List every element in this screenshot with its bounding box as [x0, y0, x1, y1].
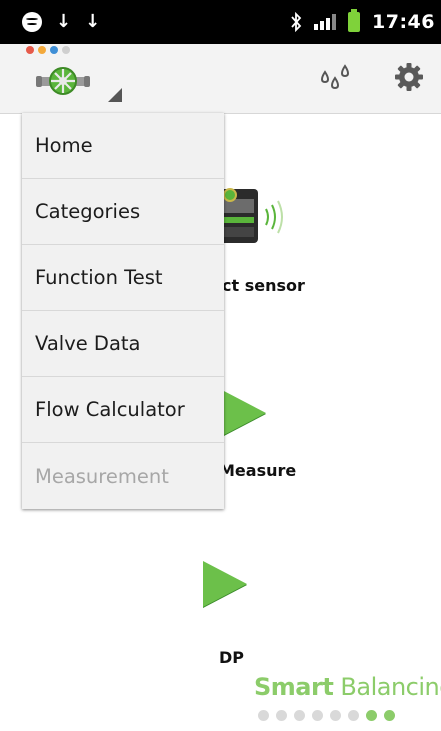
- download-icon: ↓: [56, 11, 72, 32]
- water-drops-icon[interactable]: [318, 64, 352, 92]
- content-item-label[interactable]: Measure: [219, 461, 296, 480]
- menu-item-categories[interactable]: Categories: [22, 179, 224, 245]
- page-indicator: [258, 710, 395, 721]
- page-dot: [312, 710, 323, 721]
- brand-wordmark: Smart Balancing: [254, 673, 441, 701]
- content-item-label[interactable]: ct sensor: [222, 276, 305, 295]
- status-bar-notifications: ↓ ↓: [22, 0, 100, 44]
- menu-item-home[interactable]: Home: [22, 113, 224, 179]
- sensor-device-icon[interactable]: [212, 187, 292, 245]
- play-icon[interactable]: [203, 561, 247, 607]
- menu-item-function-test[interactable]: Function Test: [22, 245, 224, 311]
- page-dot-active: [366, 710, 377, 721]
- bluetooth-icon: [291, 12, 302, 32]
- menu-item-flow-calculator[interactable]: Flow Calculator: [22, 377, 224, 443]
- dot: [50, 46, 58, 54]
- page-dot-active: [384, 710, 395, 721]
- action-bar: [0, 44, 441, 114]
- page-dot: [330, 710, 341, 721]
- status-bar-system: 17:46: [290, 0, 435, 44]
- page-dot: [348, 710, 359, 721]
- dot: [38, 46, 46, 54]
- dot: [62, 46, 70, 54]
- page-dot: [276, 710, 287, 721]
- gear-icon[interactable]: [394, 62, 424, 92]
- dot: [26, 46, 34, 54]
- spotify-icon: [22, 12, 42, 32]
- menu-item-valve-data[interactable]: Valve Data: [22, 311, 224, 377]
- color-dots: [26, 46, 70, 54]
- download-icon: ↓: [85, 11, 101, 32]
- spinner-indicator-icon[interactable]: [108, 88, 122, 102]
- battery-icon: [348, 9, 361, 32]
- navigation-dropdown: Home Categories Function Test Valve Data…: [22, 113, 224, 509]
- status-bar: ↓ ↓ 17:46: [0, 0, 441, 44]
- menu-item-measurement: Measurement: [35, 464, 169, 488]
- content-item-label[interactable]: DP: [219, 648, 244, 667]
- signal-icon: [314, 14, 337, 30]
- page-dot: [294, 710, 305, 721]
- page-dot: [258, 710, 269, 721]
- play-icon[interactable]: [222, 390, 266, 436]
- valve-logo-icon[interactable]: [36, 64, 90, 98]
- clock: 17:46: [372, 11, 435, 33]
